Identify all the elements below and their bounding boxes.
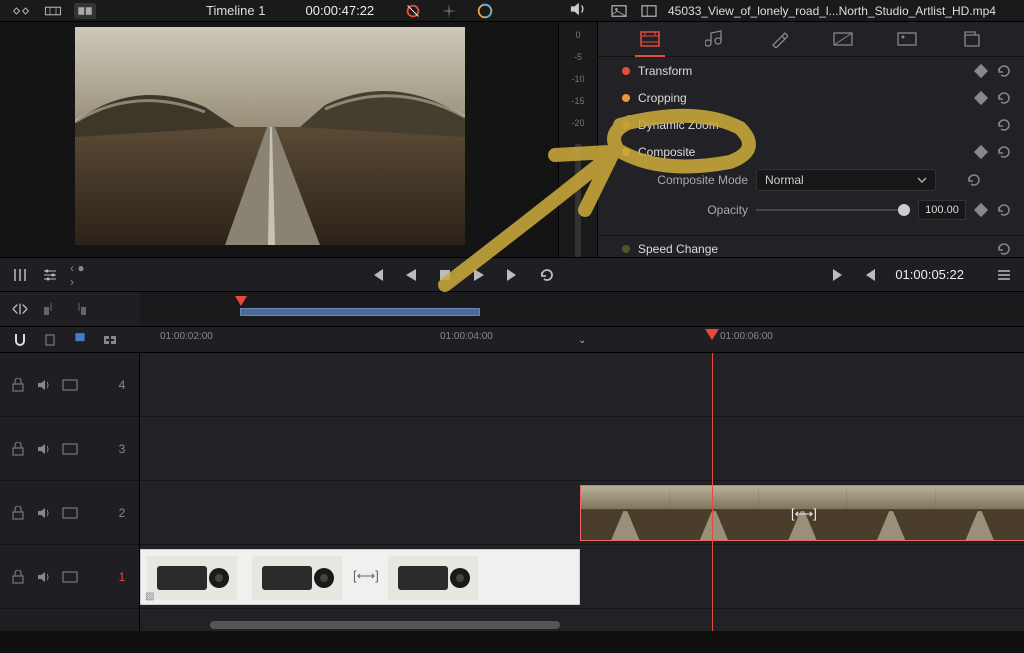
play-reverse-button[interactable] <box>401 265 421 285</box>
audio-sync-icon[interactable] <box>40 299 60 319</box>
nav-prev-icon[interactable]: ‹ ● › <box>70 265 90 285</box>
opacity-value[interactable]: 100.00 <box>918 200 966 220</box>
keyframe-icon[interactable] <box>974 203 988 217</box>
timeline-view-icon[interactable] <box>10 299 30 319</box>
snap-icon[interactable] <box>10 330 30 350</box>
timeline-title: Timeline 1 <box>206 3 265 18</box>
reset-icon[interactable] <box>996 63 1012 79</box>
transition-icon: [⟷] <box>353 568 379 584</box>
markers-icon[interactable] <box>10 265 30 285</box>
prop-cropping[interactable]: Cropping <box>598 84 1024 111</box>
chevron-down-icon: ⌄ <box>578 335 588 345</box>
reset-icon[interactable] <box>996 144 1012 160</box>
reset-icon[interactable] <box>996 117 1012 133</box>
first-frame-button[interactable] <box>367 265 387 285</box>
image-info-icon[interactable] <box>608 3 630 19</box>
mini-timeline[interactable] <box>140 292 1024 326</box>
reset-icon[interactable] <box>996 241 1012 257</box>
timeline-ruler[interactable]: 01:00:02:00 01:00:04:00 01:00:06:00 ⌄ <box>140 327 1024 352</box>
tab-video[interactable] <box>639 28 661 50</box>
bypass-fx-icon[interactable] <box>404 2 422 20</box>
opacity-slider[interactable] <box>756 199 910 221</box>
toggle-dot[interactable] <box>622 148 630 156</box>
tab-transition[interactable] <box>832 28 854 50</box>
speaker-icon[interactable] <box>36 377 52 393</box>
volume-icon[interactable] <box>569 1 587 20</box>
options-menu-icon[interactable] <box>994 265 1014 285</box>
tool-icon-2[interactable] <box>42 3 64 19</box>
image-badge-icon: ▧ <box>145 591 154 602</box>
prop-speed-change[interactable]: Speed Change <box>598 235 1024 257</box>
current-timecode[interactable]: 01:00:05:22 <box>895 267 964 282</box>
clip-road-v2[interactable]: [⟷] <box>580 485 1024 541</box>
composite-mode-label: Composite Mode <box>598 173 748 187</box>
loop-button[interactable] <box>537 265 557 285</box>
lock-icon[interactable] <box>10 441 26 457</box>
lock-icon[interactable] <box>10 377 26 393</box>
tool-icon-3[interactable] <box>74 3 96 19</box>
timeline-scrollbar[interactable] <box>210 621 560 629</box>
prop-transform[interactable]: Transform <box>598 57 1024 84</box>
monitor-icon[interactable] <box>62 505 78 521</box>
tab-effects[interactable] <box>768 28 790 50</box>
lock-icon[interactable] <box>10 569 26 585</box>
prop-composite[interactable]: Composite <box>598 138 1024 165</box>
tool-icon-1[interactable] <box>10 3 32 19</box>
speaker-icon[interactable] <box>36 569 52 585</box>
monitor-icon[interactable] <box>62 569 78 585</box>
match-frame-button[interactable] <box>827 265 847 285</box>
link-icon[interactable] <box>40 330 60 350</box>
track-header-2[interactable]: 2 <box>0 481 139 545</box>
transition-icon: [⟷] <box>791 506 817 522</box>
clip-hardware-v1[interactable]: [⟷] ▧ <box>140 549 580 605</box>
play-button[interactable] <box>469 265 489 285</box>
viewer-preview[interactable] <box>75 27 465 245</box>
sparkle-icon[interactable] <box>440 2 458 20</box>
prop-dynamic-zoom[interactable]: Dynamic Zoom <box>598 111 1024 138</box>
keyframe-icon[interactable] <box>974 91 988 105</box>
flag-icon[interactable] <box>70 330 90 350</box>
playhead-line[interactable] <box>712 353 713 631</box>
monitor-icon[interactable] <box>62 441 78 457</box>
clip-filename: 45033_View_of_lonely_road_l...North_Stud… <box>668 4 996 18</box>
side-panel-icon[interactable] <box>638 3 660 19</box>
tab-image[interactable] <box>896 28 918 50</box>
speaker-icon[interactable] <box>36 505 52 521</box>
speaker-icon[interactable] <box>36 441 52 457</box>
toggle-dot[interactable] <box>622 67 630 75</box>
track-header-4[interactable]: 4 <box>0 353 139 417</box>
composite-mode-dropdown[interactable]: Normal <box>756 169 936 191</box>
playhead-marker[interactable] <box>705 329 719 340</box>
tab-audio[interactable] <box>703 28 725 50</box>
tab-file[interactable] <box>961 28 983 50</box>
timeline-tracks[interactable]: [⟷] [⟷] ▧ <box>140 353 1024 631</box>
monitor-icon[interactable] <box>62 377 78 393</box>
settings-icon[interactable] <box>40 265 60 285</box>
mini-playhead[interactable] <box>235 296 247 306</box>
mini-range[interactable] <box>240 308 480 316</box>
track-header-1[interactable]: 1 <box>0 545 139 609</box>
audio-meter: 0 -5 -10 -15 -20 <box>558 22 598 257</box>
audio-sync-icon-2[interactable] <box>70 299 90 319</box>
lock-icon[interactable] <box>10 505 26 521</box>
reset-icon[interactable] <box>996 202 1012 218</box>
track-header-3[interactable]: 3 <box>0 417 139 481</box>
toggle-dot[interactable] <box>622 121 630 129</box>
chevron-down-icon <box>917 177 927 183</box>
timeline-duration: 00:00:47:22 <box>305 3 374 18</box>
stop-button[interactable] <box>435 265 455 285</box>
last-frame-button[interactable] <box>503 265 523 285</box>
keyframe-icon[interactable] <box>974 64 988 78</box>
opacity-label: Opacity <box>598 203 748 217</box>
toggle-dot[interactable] <box>622 94 630 102</box>
quick-export-icon[interactable] <box>476 2 494 20</box>
keyframe-icon[interactable] <box>974 145 988 159</box>
reset-icon[interactable] <box>966 172 982 188</box>
marker-add-icon[interactable] <box>100 330 120 350</box>
go-to-in-button[interactable] <box>861 265 881 285</box>
reset-icon[interactable] <box>996 90 1012 106</box>
